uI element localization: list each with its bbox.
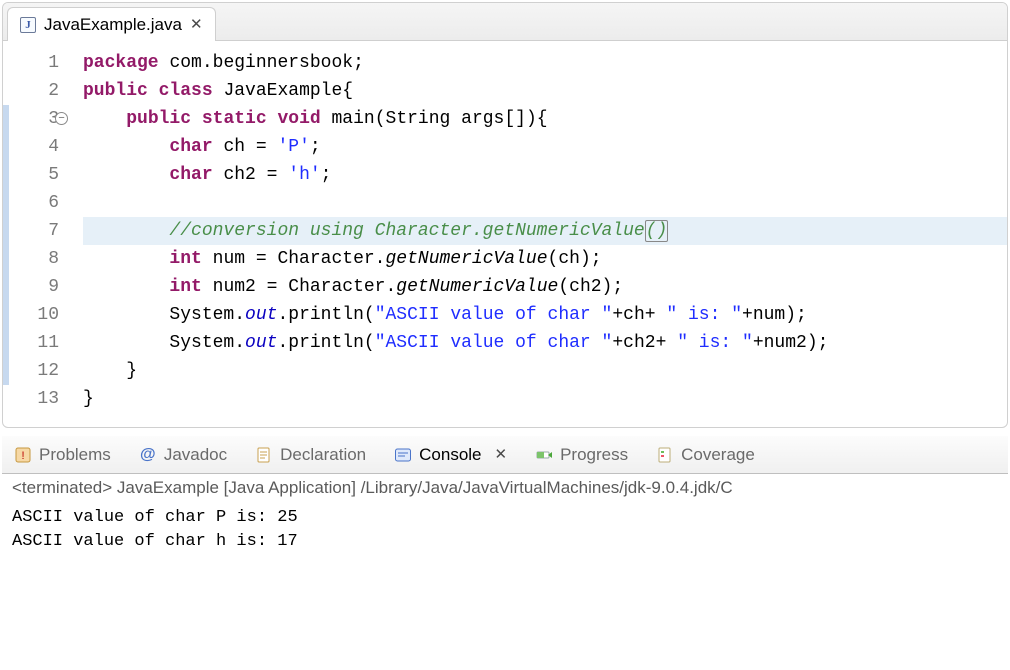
code-editor[interactable]: 1 2 3− 4 5 6 7 8 9 10 11 12 13 package c… (3, 41, 1007, 427)
tab-problems[interactable]: ! Problems (12, 441, 113, 469)
svg-text:!: ! (21, 450, 24, 462)
console-icon (394, 446, 412, 464)
coverage-icon (656, 446, 674, 464)
editor-tab-javaexample[interactable]: J JavaExample.java ✕ (7, 7, 216, 41)
tab-console[interactable]: Console ✕ (392, 441, 509, 469)
code-content[interactable]: package com.beginnersbook; public class … (69, 49, 1007, 413)
tab-coverage[interactable]: Coverage (654, 441, 757, 469)
console-line: ASCII value of char h is: 17 (12, 530, 998, 554)
progress-icon (535, 446, 553, 464)
console-line: ASCII value of char P is: 25 (12, 506, 998, 530)
problems-icon: ! (14, 446, 32, 464)
tab-javadoc[interactable]: @ Javadoc (137, 441, 229, 469)
tab-progress[interactable]: Progress (533, 441, 630, 469)
close-icon[interactable]: ✕ (495, 445, 508, 464)
highlighted-line: //conversion using Character.getNumericV… (83, 217, 1007, 245)
line-number-gutter: 1 2 3− 4 5 6 7 8 9 10 11 12 13 (3, 49, 69, 413)
editor-panel: J JavaExample.java ✕ 1 2 3− 4 5 6 7 8 9 … (2, 2, 1008, 428)
java-file-icon: J (20, 17, 36, 33)
fold-toggle-icon[interactable]: − (55, 112, 68, 125)
editor-tab-bar: J JavaExample.java ✕ (3, 3, 1007, 41)
declaration-icon (255, 446, 273, 464)
view-tab-bar: ! Problems @ Javadoc Declaration Console… (2, 436, 1008, 474)
tab-filename: JavaExample.java (44, 15, 182, 35)
console-status-line: <terminated> JavaExample [Java Applicati… (2, 474, 1008, 500)
bottom-panel: ! Problems @ Javadoc Declaration Console… (2, 436, 1008, 560)
javadoc-icon: @ (139, 446, 157, 464)
tab-declaration[interactable]: Declaration (253, 441, 368, 469)
console-output[interactable]: ASCII value of char P is: 25 ASCII value… (2, 500, 1008, 560)
close-icon[interactable]: ✕ (190, 15, 203, 34)
